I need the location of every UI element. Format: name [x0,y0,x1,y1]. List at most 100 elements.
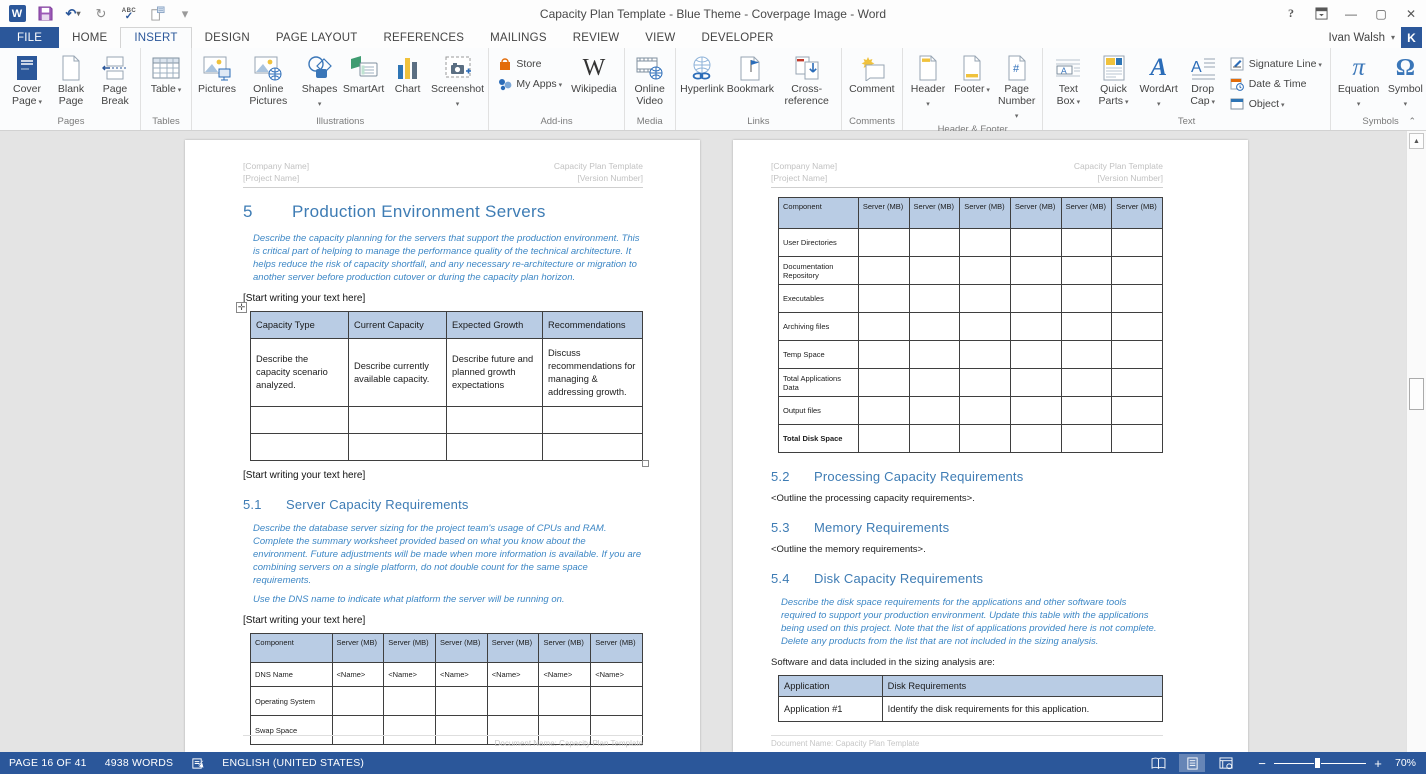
server-capacity-table[interactable]: ComponentServer (MB)Server (MB)Server (M… [243,633,643,745]
table-cell[interactable] [349,434,447,461]
wikipedia-button[interactable]: W Wikipedia [567,50,621,115]
guidance-paragraph[interactable]: Describe the disk space requirements for… [781,596,1163,648]
column-header-cell[interactable]: Current Capacity [349,312,447,339]
section-heading-5-4[interactable]: 5.4Disk Capacity Requirements [771,571,1163,586]
table-cell[interactable] [543,407,643,434]
hyperlink-button[interactable]: Hyperlink [679,50,726,115]
column-header-cell[interactable]: Component [251,634,333,663]
table-cell[interactable] [909,285,960,313]
table-cell[interactable] [1112,397,1163,425]
table-cell[interactable] [858,341,909,369]
table-cell[interactable] [447,434,543,461]
tab-mailings[interactable]: MAILINGS [477,27,560,48]
column-header-cell[interactable]: Capacity Type [251,312,349,339]
table-cell[interactable]: Describe currently available capacity. [349,339,447,407]
online-video-button[interactable]: Online Video [628,50,672,115]
column-header-cell[interactable]: Recommendations [543,312,643,339]
section-heading-5-1[interactable]: 5.1Server Capacity Requirements [243,497,643,512]
chart-button[interactable]: Chart [386,50,430,115]
guidance-paragraph[interactable]: Describe the capacity planning for the s… [253,232,643,284]
wordart-button[interactable]: A WordArt [1137,50,1181,115]
table-cell[interactable]: Archiving files [779,313,859,341]
table-cell[interactable] [1061,425,1112,453]
word-count[interactable]: 4938 WORDS [105,757,174,769]
column-header-cell[interactable]: Server (MB) [1010,198,1061,229]
body-paragraph[interactable]: <Outline the memory requirements>. [771,544,1163,555]
table-cell[interactable]: Output files [779,397,859,425]
tab-review[interactable]: REVIEW [560,27,633,48]
screenshot-button[interactable]: Screenshot [430,50,486,115]
table-cell[interactable] [960,397,1011,425]
table-cell[interactable] [543,434,643,461]
section-heading-5[interactable]: 5Production Environment Servers [243,202,643,222]
table-cell[interactable]: <Name> [436,663,488,687]
vertical-scrollbar[interactable]: ▲ [1406,131,1426,752]
table-cell[interactable] [1061,285,1112,313]
table-cell[interactable] [1061,257,1112,285]
table-cell[interactable] [909,397,960,425]
table-cell[interactable] [960,257,1011,285]
my-apps-button[interactable]: My Apps [492,75,567,92]
table-cell[interactable]: Describe the capacity scenario analyzed. [251,339,349,407]
text-box-button[interactable]: A Text Box [1046,50,1090,115]
proofing-status-icon[interactable] [191,757,204,770]
column-header-cell[interactable]: Server (MB) [1112,198,1163,229]
table-cell[interactable] [909,257,960,285]
table-cell[interactable]: Executables [779,285,859,313]
account-menu[interactable]: Ivan Walsh ▾ K [1329,27,1426,48]
save-icon[interactable] [36,5,54,23]
table-cell[interactable]: Total Applications Data [779,369,859,397]
scroll-up-icon[interactable]: ▲ [1409,133,1424,149]
table-cell[interactable] [960,425,1011,453]
column-header-cell[interactable]: Component [779,198,859,229]
column-header-cell[interactable]: Server (MB) [436,634,488,663]
table-cell[interactable] [909,369,960,397]
store-button[interactable]: Store [492,55,567,72]
capacity-table[interactable]: ✛ Capacity TypeCurrent CapacityExpected … [243,311,643,461]
start-placeholder[interactable]: [Start writing your text here] [243,293,643,304]
table-cell[interactable] [858,397,909,425]
table-cell[interactable] [858,229,909,257]
table-cell[interactable] [436,687,488,716]
help-icon[interactable]: ? [1276,0,1306,27]
section-heading-5-3[interactable]: 5.3Memory Requirements [771,520,1163,535]
guidance-paragraph[interactable]: Describe the database server sizing for … [253,522,643,587]
collapse-ribbon-icon[interactable]: ⌃ [1408,116,1416,127]
table-cell[interactable] [1061,313,1112,341]
language-indicator[interactable]: ENGLISH (UNITED STATES) [222,757,364,769]
table-cell[interactable] [1010,313,1061,341]
quick-parts-button[interactable]: Quick Parts [1090,50,1136,115]
table-cell[interactable] [960,229,1011,257]
table-cell[interactable] [251,407,349,434]
table-cell[interactable] [487,687,539,716]
table-cell[interactable] [447,407,543,434]
column-header-cell[interactable]: Server (MB) [539,634,591,663]
customize-qat-icon[interactable]: ▾ [176,5,194,23]
date-time-button[interactable]: Date & Time [1225,75,1327,92]
table-cell[interactable]: Describe future and planned growth expec… [447,339,543,407]
table-cell[interactable]: Documentation Repository [779,257,859,285]
section-heading-5-2[interactable]: 5.2Processing Capacity Requirements [771,469,1163,484]
table-cell[interactable] [1010,397,1061,425]
tab-view[interactable]: VIEW [632,27,688,48]
table-cell[interactable]: User Directories [779,229,859,257]
spelling-grammar-icon[interactable]: ABC✓ [120,5,138,23]
smartart-button[interactable]: SmartArt [342,50,386,115]
tab-file[interactable]: FILE [0,27,59,48]
table-cell[interactable] [960,341,1011,369]
zoom-in-icon[interactable]: + [1373,756,1383,771]
switch-windows-icon[interactable] [148,5,166,23]
column-header-cell[interactable]: Server (MB) [332,634,384,663]
table-cell[interactable] [1112,425,1163,453]
table-cell[interactable] [1061,369,1112,397]
guidance-paragraph[interactable]: Use the DNS name to indicate what platfo… [253,593,643,606]
tab-developer[interactable]: DEVELOPER [688,27,786,48]
table-cell[interactable] [349,407,447,434]
document-table[interactable]: Capacity TypeCurrent CapacityExpected Gr… [250,311,643,461]
blank-page-button[interactable]: Blank Page [49,50,93,115]
cross-reference-button[interactable]: Cross-reference [775,50,838,115]
table-cell[interactable] [332,687,384,716]
table-cell[interactable] [858,425,909,453]
column-header-cell[interactable]: Server (MB) [960,198,1011,229]
close-icon[interactable]: ✕ [1396,0,1426,27]
